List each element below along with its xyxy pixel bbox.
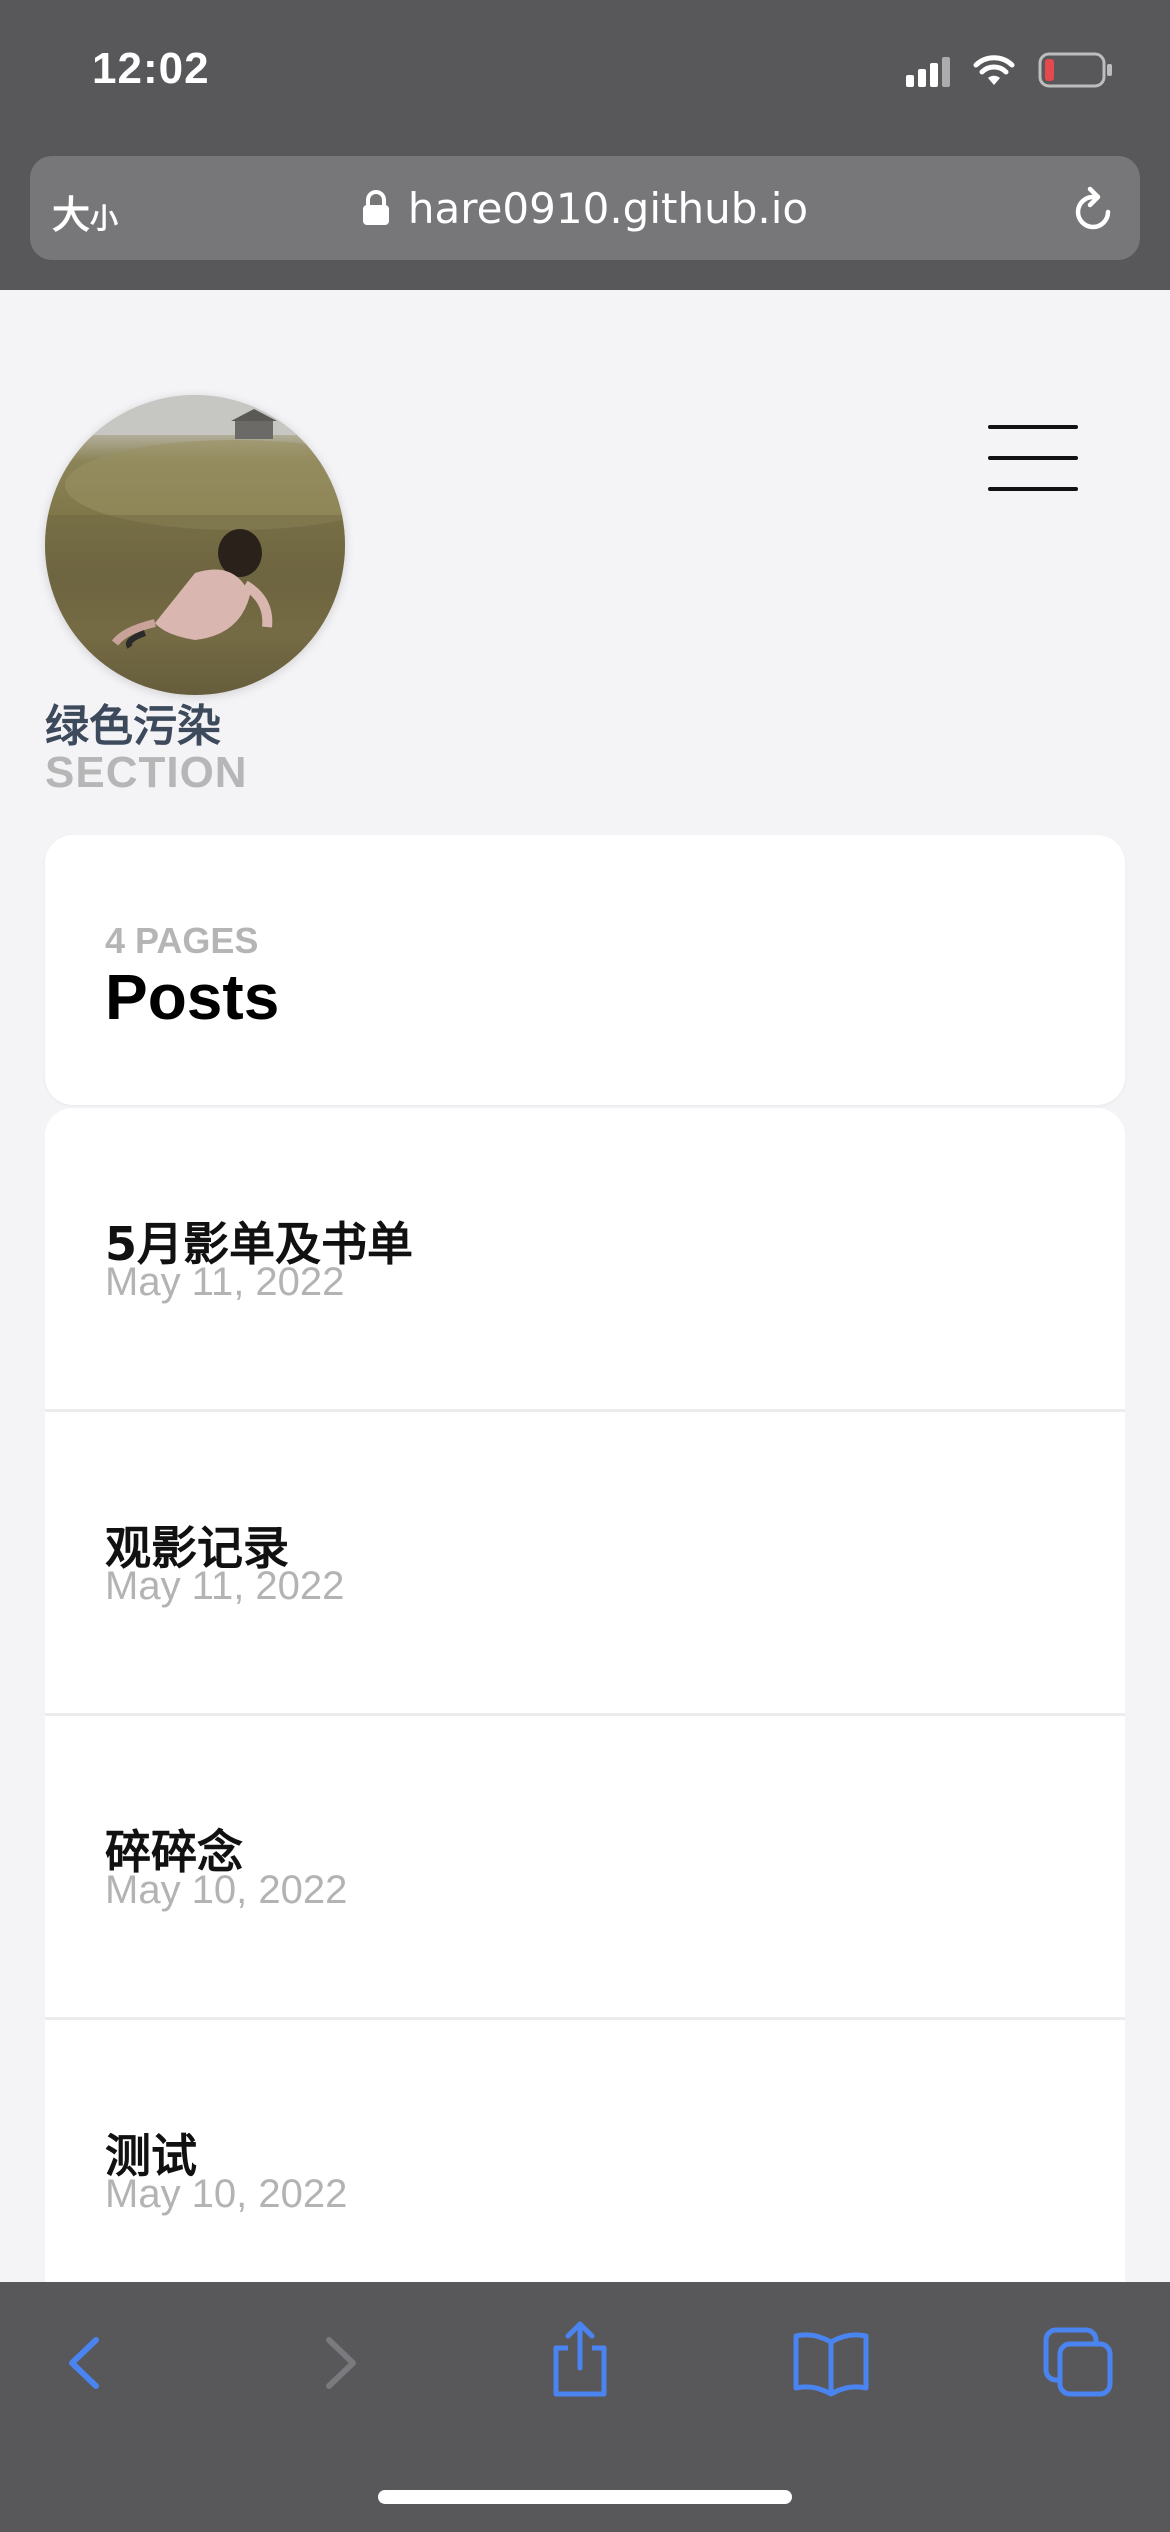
forward-icon[interactable] xyxy=(315,2328,365,2403)
list-item[interactable]: 测试 May 10, 2022 xyxy=(45,2020,1125,2324)
bookmarks-icon[interactable] xyxy=(792,2328,870,2403)
list-item[interactable]: 观影记录 May 11, 2022 xyxy=(45,1412,1125,1716)
reload-icon[interactable] xyxy=(1070,184,1118,241)
post-date: May 11, 2022 xyxy=(105,1260,345,1304)
status-bar: 12:02 xyxy=(0,0,1170,140)
address-bar[interactable]: 大小 hare0910.github.io xyxy=(30,156,1140,260)
url-display[interactable]: hare0910.github.io xyxy=(30,184,1140,237)
page-content: 绿色污染 SECTION 4 PAGES Posts 5月影单及书单 May 1… xyxy=(0,290,1170,2408)
tabs-icon[interactable] xyxy=(1042,2326,1116,2405)
home-indicator xyxy=(378,2490,792,2504)
back-icon[interactable] xyxy=(60,2328,110,2403)
section-header-card: 4 PAGES Posts xyxy=(45,835,1125,1105)
pages-count: 4 PAGES xyxy=(105,920,259,961)
battery-low-icon xyxy=(1038,52,1114,88)
status-time: 12:02 xyxy=(92,44,210,93)
cellular-signal-icon xyxy=(906,53,950,87)
section-heading: Posts xyxy=(105,961,280,1033)
wifi-icon xyxy=(972,53,1016,87)
share-icon[interactable] xyxy=(548,2318,612,2403)
url-text: hare0910.github.io xyxy=(407,184,809,233)
post-date: May 10, 2022 xyxy=(105,1868,348,1912)
status-icons xyxy=(906,50,1114,90)
site-subtitle: SECTION xyxy=(45,748,248,797)
post-date: May 11, 2022 xyxy=(105,1564,345,1608)
post-list: 5月影单及书单 May 11, 2022 观影记录 May 11, 2022 碎… xyxy=(45,1108,1125,2408)
list-item[interactable]: 碎碎念 May 10, 2022 xyxy=(45,1716,1125,2020)
lock-icon xyxy=(362,188,390,237)
list-item[interactable]: 5月影单及书单 May 11, 2022 xyxy=(45,1108,1125,1412)
site-avatar[interactable] xyxy=(45,395,345,695)
hamburger-menu-icon[interactable] xyxy=(988,425,1078,491)
site-title[interactable]: 绿色污染 xyxy=(45,690,221,754)
post-date: May 10, 2022 xyxy=(105,2172,348,2216)
browser-address-area: 大小 hare0910.github.io xyxy=(0,140,1170,290)
